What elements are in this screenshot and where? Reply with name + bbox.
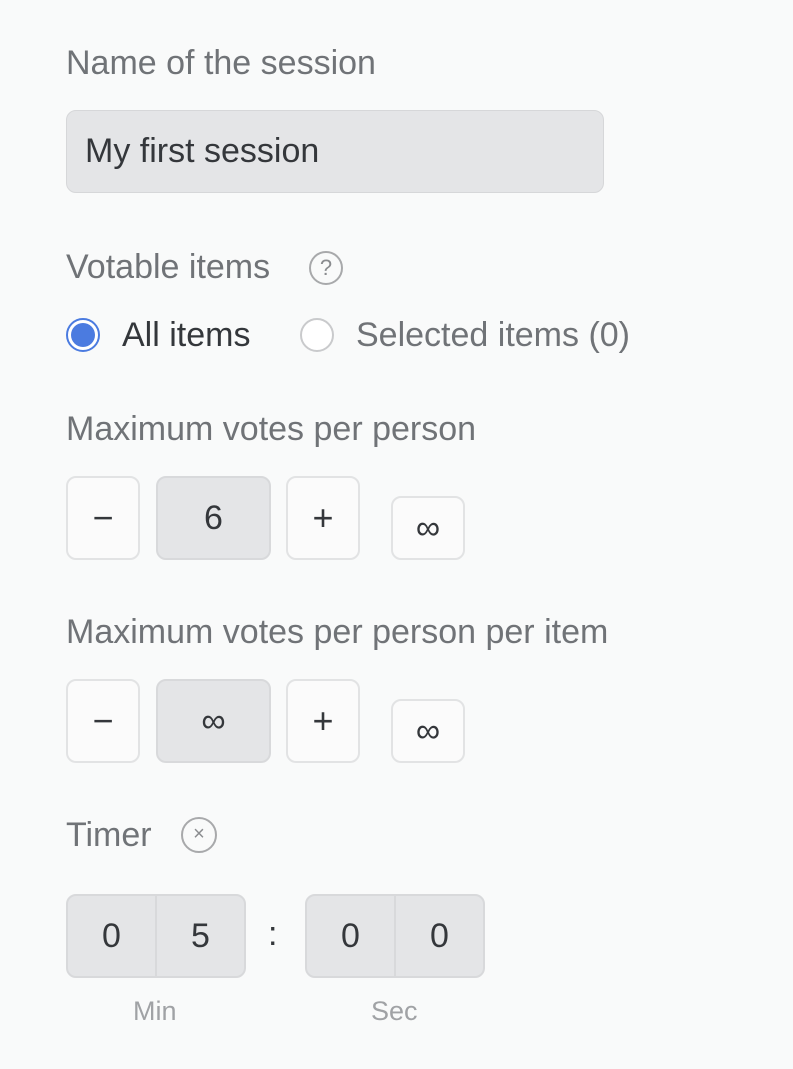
minutes-ones-digit[interactable]: 5 [155, 896, 244, 976]
votable-items-label: Votable items [66, 248, 271, 286]
seconds-ones-digit[interactable]: 0 [394, 896, 483, 976]
max-votes-infinity-button[interactable]: ∞ [391, 496, 465, 560]
help-icon[interactable]: ? [309, 251, 343, 285]
timer-seconds-input[interactable]: 0 0 [305, 894, 485, 978]
minutes-unit-label: Min [133, 996, 177, 1026]
radio-selected-items[interactable]: Selected items (0) [300, 316, 660, 358]
max-votes-decrement-button[interactable]: − [66, 476, 140, 560]
max-item-votes-decrement-button[interactable]: − [66, 679, 140, 763]
max-votes-per-item-label: Maximum votes per person per item [66, 613, 609, 651]
radio-all-items[interactable]: All items [66, 316, 266, 358]
timer-label: Timer [66, 816, 152, 854]
max-item-votes-infinity-button[interactable]: ∞ [391, 699, 465, 763]
session-name-label: Name of the session [66, 44, 376, 82]
max-votes-per-person-label: Maximum votes per person [66, 410, 477, 448]
max-item-votes-value[interactable]: ∞ [156, 679, 271, 763]
timer-separator: : [268, 915, 278, 953]
seconds-tens-digit[interactable]: 0 [307, 896, 394, 976]
radio-all-items-label: All items [122, 316, 251, 354]
max-votes-value[interactable]: 6 [156, 476, 271, 560]
radio-selected-items-label: Selected items (0) [356, 316, 630, 354]
max-votes-increment-button[interactable]: + [286, 476, 360, 560]
max-item-votes-increment-button[interactable]: + [286, 679, 360, 763]
radio-selected-icon[interactable] [66, 318, 100, 352]
minutes-tens-digit[interactable]: 0 [68, 896, 155, 976]
timer-minutes-input[interactable]: 0 5 [66, 894, 246, 978]
session-name-input[interactable] [66, 110, 604, 193]
seconds-unit-label: Sec [371, 996, 418, 1026]
timer-clear-icon[interactable]: × [181, 817, 217, 853]
radio-unselected-icon[interactable] [300, 318, 334, 352]
